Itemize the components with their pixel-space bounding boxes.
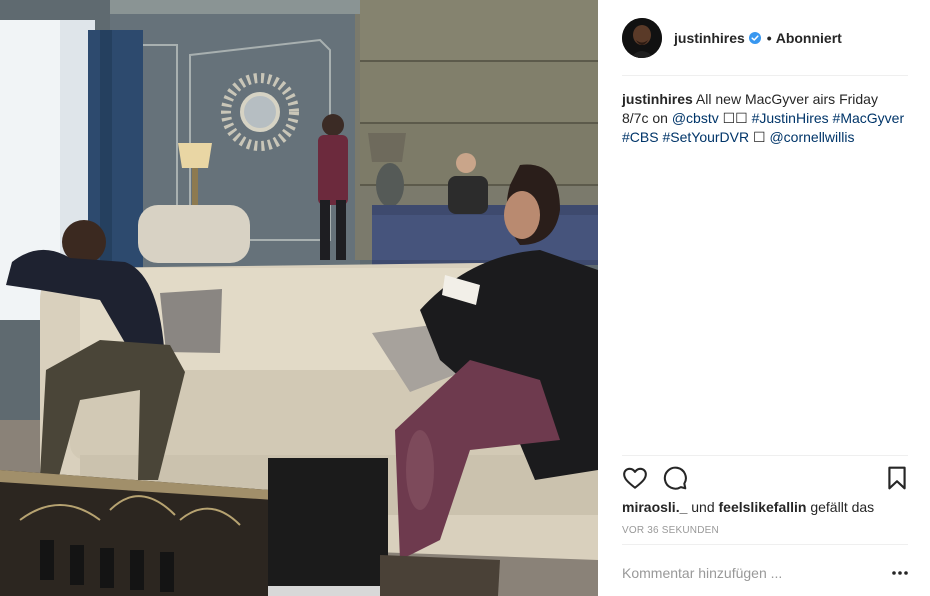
hashtag-link[interactable]: #MacGyver xyxy=(833,110,905,126)
caption-username-link[interactable]: justinhires xyxy=(622,91,693,107)
avatar-image xyxy=(622,18,662,58)
actions-divider xyxy=(622,455,908,456)
caption-emoji: ☐☐ xyxy=(722,110,748,126)
post-caption: justinhires All new MacGyver airs Friday… xyxy=(622,90,908,147)
avatar[interactable] xyxy=(622,18,662,58)
post-photo-image xyxy=(0,0,598,596)
likes-conjunction: und xyxy=(691,499,715,515)
mention-link[interactable]: @cornellwillis xyxy=(769,129,854,145)
liker-link[interactable]: feelslikefallin xyxy=(719,499,807,515)
likes-suffix: gefällt das xyxy=(810,499,875,515)
post-timestamp[interactable]: VOR 36 SEKUNDEN xyxy=(622,525,719,536)
bookmark-icon[interactable] xyxy=(884,465,910,491)
comment-input[interactable] xyxy=(622,560,872,586)
header-username-link[interactable]: justinhires xyxy=(674,30,745,46)
heart-icon[interactable] xyxy=(622,465,648,491)
comment-bubble-icon[interactable] xyxy=(662,465,688,491)
verified-badge-icon xyxy=(748,32,761,44)
post-header: justinhires • Abonniert xyxy=(622,18,908,76)
liker-link[interactable]: miraosli._ xyxy=(622,499,687,515)
hashtag-link[interactable]: #JustinHires xyxy=(752,110,829,126)
hashtag-link[interactable]: #SetYourDVR xyxy=(662,129,749,145)
hashtag-link[interactable]: #CBS xyxy=(622,129,659,145)
post-details-panel: justinhires • Abonniert justinhires All … xyxy=(598,0,930,596)
likes-summary: miraosli._ und feelslikefallin gefällt d… xyxy=(622,499,908,515)
following-button[interactable]: Abonniert xyxy=(776,30,842,46)
mention-link[interactable]: @cbstv xyxy=(672,110,719,126)
post-actions xyxy=(622,465,908,491)
header-info: justinhires • Abonniert xyxy=(674,30,842,46)
post-photo[interactable] xyxy=(0,0,598,596)
caption-emoji: ☐ xyxy=(753,129,766,145)
more-options-icon[interactable] xyxy=(890,563,910,583)
comment-divider xyxy=(622,544,908,545)
header-separator: • xyxy=(766,30,772,46)
